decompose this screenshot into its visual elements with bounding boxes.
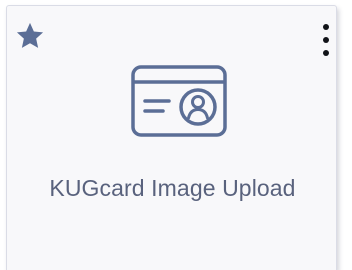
id-card-icon xyxy=(131,65,227,137)
kebab-dot xyxy=(323,37,329,43)
kebab-dot xyxy=(323,24,329,30)
app-tile[interactable]: KUGcard Image Upload xyxy=(6,5,337,270)
kebab-dot xyxy=(323,50,329,56)
star-icon[interactable] xyxy=(14,20,46,52)
tile-title[interactable]: KUGcard Image Upload xyxy=(7,175,338,202)
more-vertical-icon[interactable] xyxy=(318,24,334,56)
page: KUGcard Image Upload xyxy=(0,0,352,270)
